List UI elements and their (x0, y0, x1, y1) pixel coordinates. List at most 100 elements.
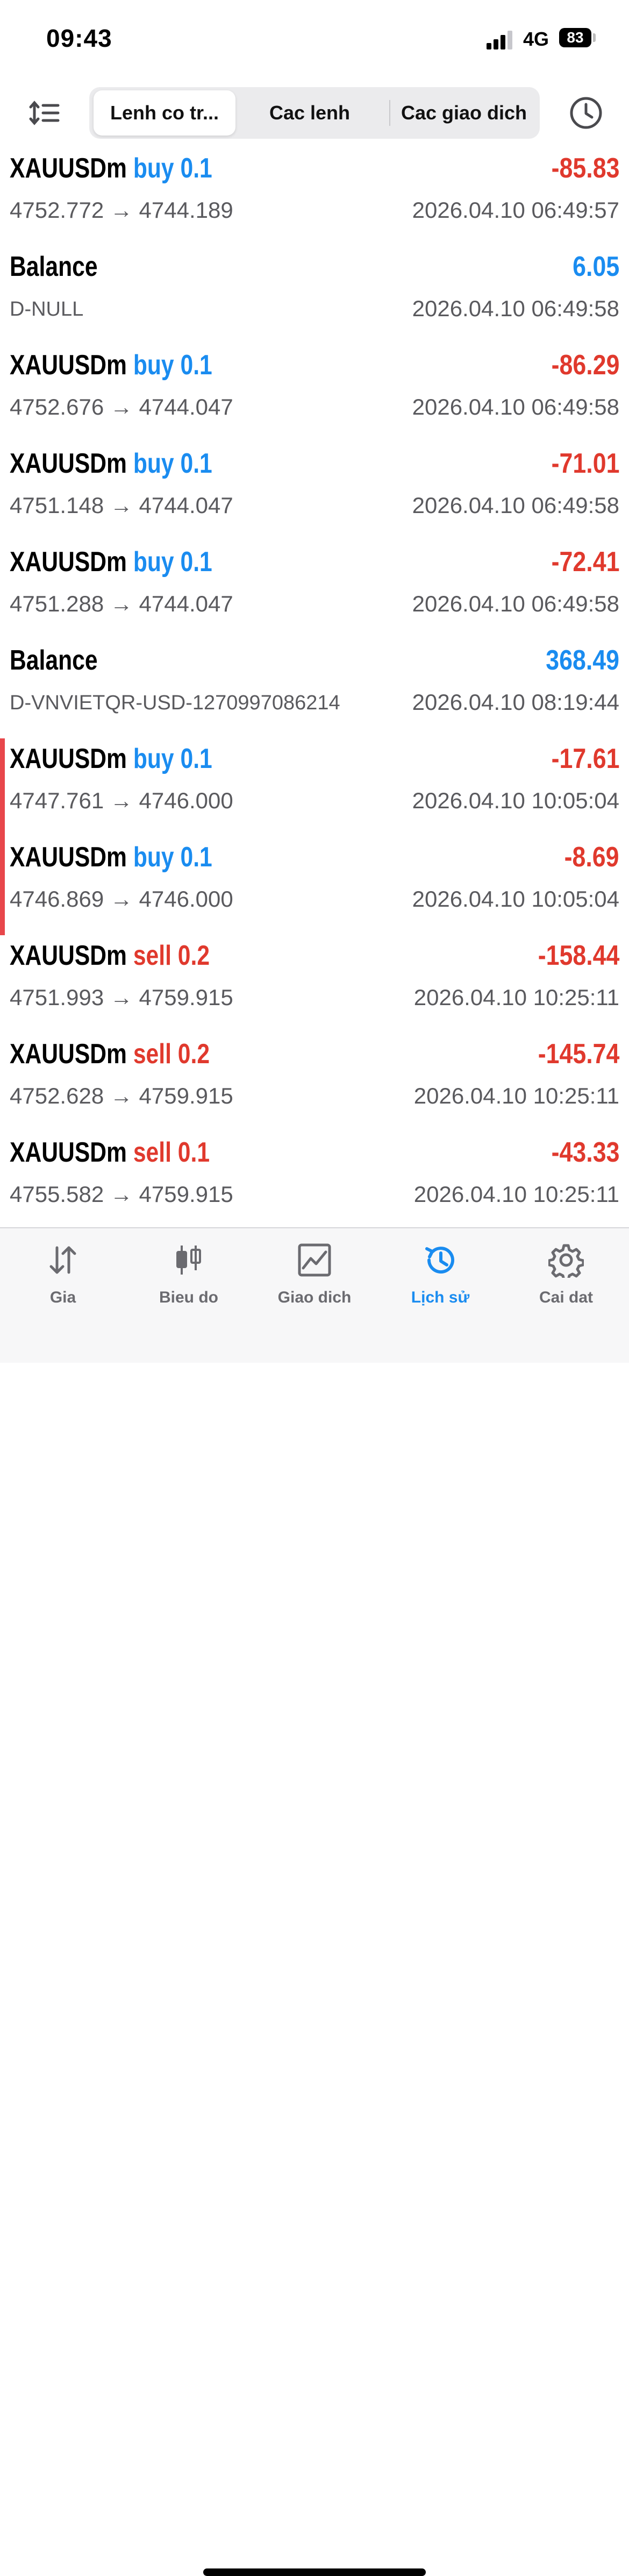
row-profit: -43.33 (551, 1137, 619, 1168)
row-symbol-line: XAUUSDm buy 0.1 (10, 349, 212, 381)
symbol-name: XAUUSDm (10, 448, 127, 479)
history-row[interactable]: XAUUSDm buy 0.1 -72.41 4751.288 → 4744.047… (0, 542, 629, 640)
order-volume: 0.1 (180, 350, 212, 381)
tab-orders[interactable]: Cac lenh (243, 90, 376, 136)
row-profit: 6.05 (572, 251, 619, 282)
order-type: buy (133, 153, 174, 184)
row-time: 2026.04.10 10:25:11 (413, 1182, 619, 1207)
history-row[interactable]: Balance 6.05 D-NULL 2026.04.10 06:49:58 (0, 246, 629, 345)
symbol-name: XAUUSDm (10, 1137, 127, 1168)
tab-settings[interactable]: Cai dat (503, 1228, 629, 1320)
tab-open-orders[interactable]: Lenh co tr... (94, 90, 235, 136)
order-type: buy (133, 743, 174, 774)
order-volume: 0.1 (180, 448, 212, 479)
signal-icon (487, 28, 514, 49)
network-type: 4G (523, 28, 549, 50)
trade-chart-icon (298, 1243, 331, 1277)
symbol-name: Balance (10, 251, 98, 282)
symbol-name: XAUUSDm (10, 546, 127, 578)
row-symbol-line: XAUUSDm buy 0.1 (10, 841, 212, 873)
symbol-name: XAUUSDm (10, 842, 127, 873)
candlestick-icon (176, 1246, 201, 1275)
row-prices: 4751.148 → 4744.047 (10, 493, 233, 518)
history-row[interactable]: XAUUSDm buy 0.1 -86.29 4752.676 → 4744.047… (0, 345, 629, 443)
tab-trade[interactable]: Giao dich (252, 1228, 377, 1320)
order-volume: 0.2 (177, 940, 210, 971)
row-marker (0, 738, 5, 837)
row-profit: -85.83 (551, 153, 619, 184)
battery-icon: 83 (559, 28, 591, 47)
row-symbol-line: XAUUSDm buy 0.1 (10, 743, 212, 775)
row-symbol-line: Balance (10, 644, 98, 677)
row-profit: -17.61 (551, 743, 619, 774)
row-time: 2026.04.10 08:19:44 (412, 689, 619, 715)
row-time: 2026.04.10 06:49:58 (412, 591, 619, 616)
symbol-name: XAUUSDm (10, 1038, 127, 1070)
history-toolbar: Lenh co tr... Cac lenh Cac giao dich (0, 86, 629, 140)
row-profit: -72.41 (551, 546, 619, 578)
history-row[interactable]: XAUUSDm buy 0.1 -71.01 4751.148 → 4744.047… (0, 443, 629, 542)
history-clock-icon (425, 1247, 454, 1274)
symbol-name: XAUUSDm (10, 153, 127, 184)
order-volume: 0.1 (177, 1137, 210, 1168)
row-time: 2026.04.10 06:49:58 (412, 493, 619, 518)
row-symbol-line: XAUUSDm buy 0.1 (10, 546, 212, 578)
row-prices: 4751.993 → 4759.915 (10, 985, 233, 1010)
segment-divider (389, 100, 390, 126)
row-profit: -158.44 (538, 940, 619, 971)
row-prices: 4752.628 → 4759.915 (10, 1083, 233, 1108)
row-prices: 4752.772 → 4744.189 (10, 197, 233, 223)
history-row[interactable]: XAUUSDm buy 0.1 -8.69 4746.869 → 4746.000 2… (0, 837, 629, 935)
history-row[interactable]: XAUUSDm buy 0.1 -85.83 4752.772 → 4744.189… (0, 148, 629, 246)
history-row[interactable]: XAUUSDm buy 0.1 -17.61 4747.761 → 4746.000… (0, 738, 629, 837)
order-volume: 0.1 (180, 153, 212, 184)
row-prices: 4755.582 → 4759.915 (10, 1182, 233, 1207)
row-prices: 4752.676 → 4744.047 (10, 394, 233, 419)
row-symbol-line: Balance (10, 251, 98, 283)
row-prices: 4746.869 → 4746.000 (10, 886, 233, 912)
row-time: 2026.04.10 06:49:58 (412, 394, 619, 419)
order-volume: 0.2 (177, 1038, 210, 1070)
history-list: XAUUSDm buy 0.1 -85.83 4752.772 → 4744.189… (0, 148, 629, 1230)
row-profit: 368.49 (546, 645, 619, 676)
order-type: buy (133, 448, 174, 479)
row-time: 2026.04.10 10:25:11 (413, 1083, 619, 1108)
row-prices: 4747.761 → 4746.000 (10, 788, 233, 813)
row-time: 2026.04.10 10:25:11 (413, 985, 619, 1010)
symbol-name: XAUUSDm (10, 940, 127, 971)
status-bar: 09:43 4G 83 (0, 0, 629, 81)
order-type: buy (133, 546, 174, 578)
row-comment: D-VNVIETQR-USD-1270997086214 (10, 692, 340, 714)
row-profit: -71.01 (551, 448, 619, 479)
tab-history[interactable]: Lịch sử (377, 1228, 503, 1320)
history-row[interactable]: Balance 368.49 D-VNVIETQR-USD-127099708621… (0, 640, 629, 738)
battery-tip (593, 33, 596, 42)
tab-label: Giao dich (277, 1289, 352, 1306)
tab-label: Bieu do (159, 1289, 218, 1306)
symbol-name: Balance (10, 645, 98, 676)
history-row[interactable]: XAUUSDm sell 0.1 -43.33 4755.582 → 4759.91… (0, 1132, 629, 1230)
status-time: 09:43 (46, 24, 112, 52)
row-symbol-line: XAUUSDm sell 0.2 (10, 1038, 210, 1070)
updown-arrows-icon (49, 1246, 76, 1274)
row-profit: -86.29 (551, 350, 619, 381)
row-time: 2026.04.10 10:05:04 (412, 886, 619, 912)
order-volume: 0.1 (180, 546, 212, 578)
order-volume: 0.1 (180, 842, 212, 873)
order-type: sell (133, 1137, 171, 1168)
tab-charts[interactable]: Bieu do (126, 1228, 252, 1320)
tab-quotes[interactable]: Gia (0, 1228, 126, 1320)
tab-deals[interactable]: Cac giao dich (391, 90, 537, 136)
row-marker (0, 837, 5, 935)
row-symbol-line: XAUUSDm buy 0.1 (10, 152, 212, 184)
history-row[interactable]: XAUUSDm sell 0.2 -145.74 4752.628 → 4759.9… (0, 1034, 629, 1132)
tab-label: Cai dat (539, 1289, 594, 1306)
sort-lines-icon[interactable] (28, 96, 62, 130)
order-volume: 0.1 (180, 743, 212, 774)
row-symbol-line: XAUUSDm buy 0.1 (10, 447, 212, 480)
clock-icon[interactable] (568, 95, 604, 131)
history-row[interactable]: XAUUSDm sell 0.2 -158.44 4751.993 → 4759.9… (0, 935, 629, 1034)
row-symbol-line: XAUUSDm sell 0.1 (10, 1136, 210, 1169)
order-type: buy (133, 842, 174, 873)
row-time: 2026.04.10 06:49:58 (412, 296, 619, 321)
